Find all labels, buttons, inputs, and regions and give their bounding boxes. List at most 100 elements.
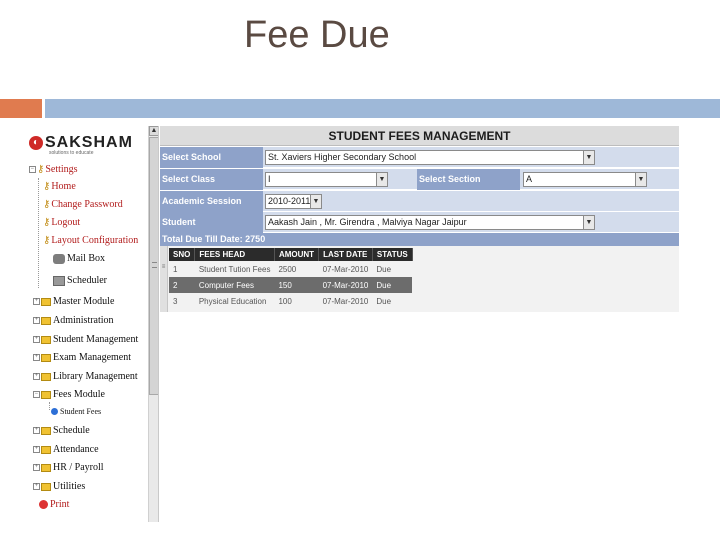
tree-item-scheduler[interactable]: Scheduler [53,275,107,286]
folder-icon [41,335,51,344]
chevron-down-icon[interactable]: ▼ [635,173,646,186]
folder-icon [41,390,51,399]
tree-item-layout-configuration[interactable]: ⚷ Layout Configuration [43,235,138,246]
chevron-down-icon[interactable]: ▼ [376,173,387,186]
slide-title: Fee Due [244,14,390,56]
student-label: Student [160,212,263,233]
total-due: Total Due Till Date: 2750 [160,233,679,246]
logo-mark-icon: ◐ [29,136,43,150]
fees-table-area: ≡ SNO FEES HEAD AMOUNT LAST DATE STATUS … [160,246,679,312]
scheduler-icon [53,275,65,286]
key-icon: ⚷ [43,217,51,228]
tree-item-mail-box[interactable]: Mail Box [53,253,105,264]
tree-connector [49,402,50,410]
folder-icon [41,463,51,472]
cell-fees-head: Physical Education [198,296,267,306]
fees-panel: STUDENT FEES MANAGEMENT Select School St… [160,126,679,312]
session-select[interactable]: 2010-2011 ▼ [265,194,322,209]
folder-icon [41,297,51,306]
expand-icon[interactable]: + [33,373,40,380]
expand-icon[interactable]: + [33,464,40,471]
folder-icon [41,353,51,362]
row-session: Academic Session 2010-2011 ▼ [160,191,679,212]
scroll-thumb[interactable] [149,137,158,395]
collapse-icon[interactable]: − [33,391,40,398]
tree-settings[interactable]: − ⚷ Settings [29,164,78,175]
cell-sno: 1 [173,264,178,274]
cell-last-date: 07-Mar-2010 [322,296,369,306]
cell-status: Due [372,277,413,293]
expand-icon[interactable]: + [33,354,40,361]
tree-item-logout[interactable]: ⚷ Logout [43,217,80,228]
tree-module-exam-management[interactable]: + Exam Management [33,352,131,363]
cell-status: Due [376,296,392,306]
mailbox-icon [53,253,65,264]
key-icon: ⚷ [43,181,51,192]
tree-item-home[interactable]: ⚷ Home [43,181,76,192]
sidebar-scrollbar[interactable]: ▲ [148,126,158,522]
tree-module-hr-payroll[interactable]: + HR / Payroll [33,462,104,473]
tree-module-utilities[interactable]: + Utilities [33,481,85,492]
cell-last-date: 07-Mar-2010 [318,277,373,293]
chevron-down-icon[interactable]: ▼ [310,195,321,208]
expand-icon[interactable]: + [33,446,40,453]
tree-module-administration[interactable]: + Administration [33,315,114,326]
col-header-amount[interactable]: AMOUNT [274,248,320,261]
row-class-section: Select Class I ▼ Select Section A ▼ [160,169,679,190]
cell-sno: 3 [173,296,178,306]
expand-icon[interactable]: + [33,336,40,343]
tree-module-attendance[interactable]: + Attendance [33,444,99,455]
accent-bar-blue [45,99,720,118]
table-row[interactable]: 1 Student Tution Fees 2500 07-Mar-2010 D… [169,261,412,277]
key-icon: ⚷ [37,164,45,175]
fees-table: SNO FEES HEAD AMOUNT LAST DATE STATUS 1 … [169,248,413,309]
expand-icon[interactable]: + [33,317,40,324]
col-header-sno[interactable]: SNO [169,248,196,261]
session-label: Academic Session [160,191,263,212]
collapse-icon[interactable]: − [29,166,36,173]
table-row[interactable]: 2 Computer Fees 150 07-Mar-2010 Due [169,277,413,293]
class-label: Select Class [160,169,263,190]
tree-item-print[interactable]: Print [39,499,69,510]
table-scrollbar[interactable]: ≡ [160,246,168,312]
print-icon [39,500,48,509]
folder-icon [41,316,51,325]
tree-item-change-password[interactable]: ⚷ Change Password [43,199,123,210]
chevron-down-icon[interactable]: ▼ [583,151,594,164]
sidebar-tree: ◐ SAKSHAM solutions to educate ▲ − ⚷ Setti… [25,126,159,522]
table-row[interactable]: 3 Physical Education 100 07-Mar-2010 Due [169,293,412,309]
expand-icon[interactable]: + [33,427,40,434]
panel-title: STUDENT FEES MANAGEMENT [160,126,679,146]
expand-icon[interactable]: + [33,483,40,490]
tree-item-student-fees[interactable]: Student Fees [51,407,101,416]
col-header-last-date[interactable]: LAST DATE [318,248,373,261]
class-select[interactable]: I ▼ [265,172,388,187]
tree-module-fees[interactable]: − Fees Module [33,389,105,400]
expand-icon[interactable]: + [33,298,40,305]
cell-fees-head: Computer Fees [194,277,275,293]
row-school: Select School St. Xaviers Higher Seconda… [160,147,679,168]
scroll-up-icon[interactable]: ▲ [149,126,158,136]
tree-module-schedule[interactable]: + Schedule [33,425,90,436]
app-screenshot: ◐ SAKSHAM solutions to educate ▲ − ⚷ Setti… [25,126,679,522]
school-label: Select School [160,147,263,168]
school-select[interactable]: St. Xaviers Higher Secondary School ▼ [265,150,595,165]
cell-sno: 2 [169,277,195,293]
student-select[interactable]: Aakash Jain , Mr. Girendra , Malviya Nag… [265,215,595,230]
folder-icon [41,445,51,454]
chevron-down-icon[interactable]: ▼ [583,216,594,229]
section-label: Select Section [417,169,520,190]
folder-icon [41,372,51,381]
col-header-status[interactable]: STATUS [372,248,413,261]
tree-module-library-management[interactable]: + Library Management [33,371,138,382]
row-student: Student Aakash Jain , Mr. Girendra , Mal… [160,212,679,233]
table-header-row: SNO FEES HEAD AMOUNT LAST DATE STATUS [169,248,413,261]
col-header-fees-head[interactable]: FEES HEAD [194,248,275,261]
brand-tagline: solutions to educate [49,150,94,156]
section-select[interactable]: A ▼ [523,172,647,187]
scroll-grip-icon [152,262,157,268]
key-icon: ⚷ [43,235,51,246]
tree-module-master[interactable]: + Master Module [33,296,114,307]
cell-last-date: 07-Mar-2010 [322,264,369,274]
tree-module-student-management[interactable]: + Student Management [33,334,138,345]
